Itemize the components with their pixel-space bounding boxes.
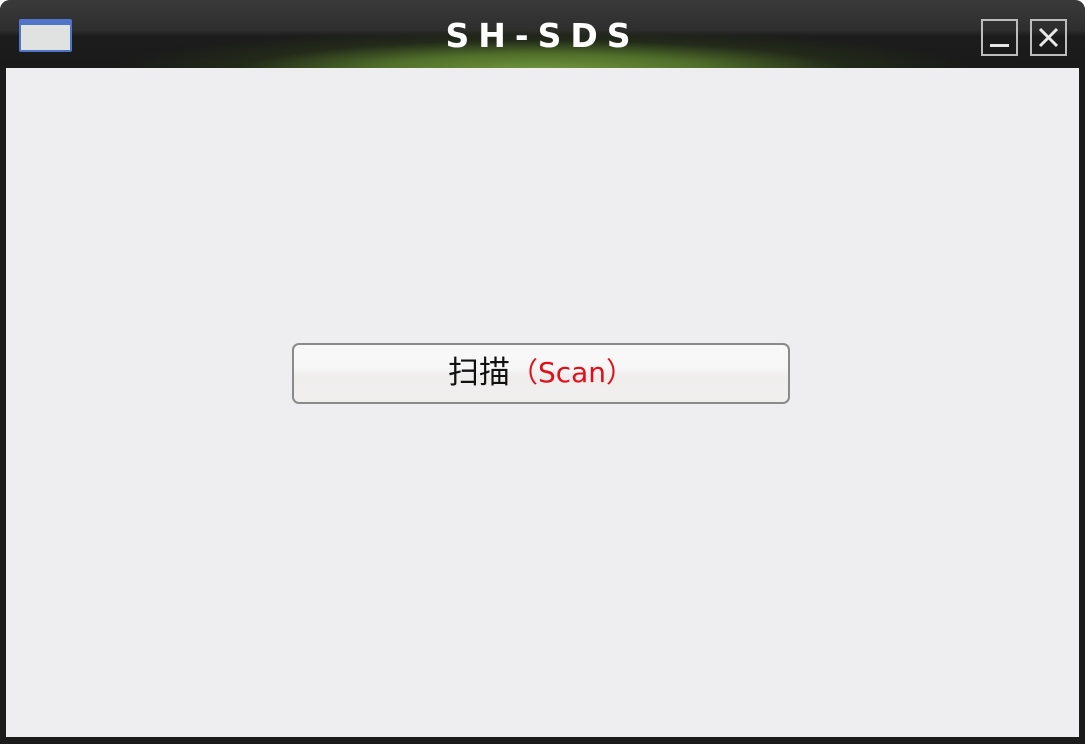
main-content: 扫描 （Scan） [6, 68, 1079, 737]
title-bar[interactable]: SH-SDS [0, 0, 1085, 68]
close-icon [1038, 27, 1059, 48]
minimize-button[interactable] [981, 19, 1018, 56]
window-title: SH-SDS [445, 16, 640, 55]
scan-button[interactable]: 扫描 （Scan） [292, 343, 790, 404]
close-button[interactable] [1030, 19, 1067, 56]
scan-label-english: （Scan） [509, 355, 635, 389]
minimize-icon [990, 44, 1009, 47]
scan-label: 扫描 [447, 354, 510, 391]
app-window: SH-SDS 扫描 （Scan） [0, 0, 1085, 744]
